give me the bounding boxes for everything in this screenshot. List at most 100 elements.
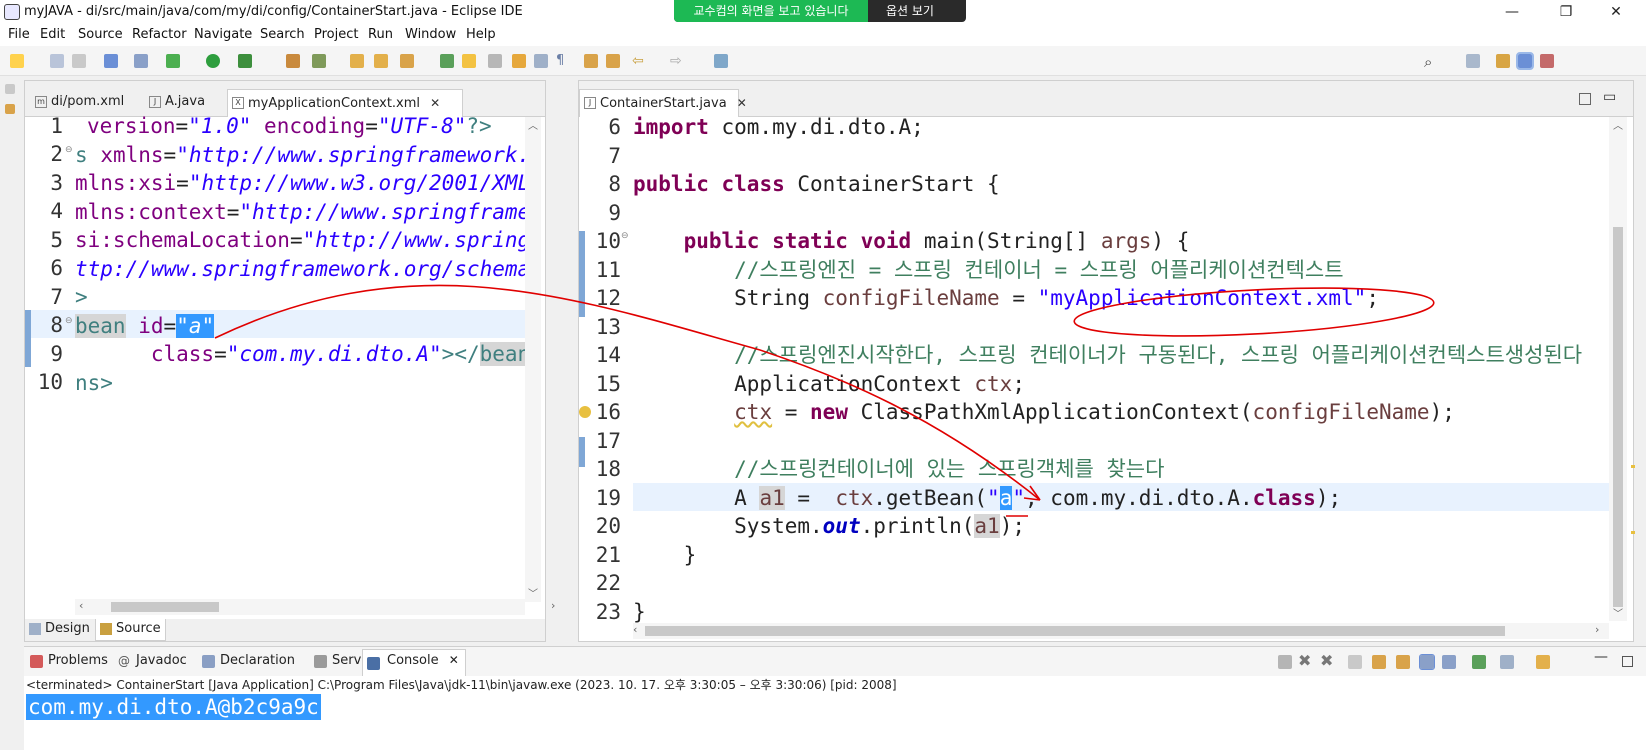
menu-window[interactable]: Window xyxy=(405,27,456,42)
toggle-mark-icon[interactable] xyxy=(440,54,454,68)
remove-all-launches-icon[interactable]: ✖ xyxy=(1320,651,1333,670)
minimize-view-icon[interactable]: — xyxy=(1594,649,1608,665)
fold-icon[interactable]: ⊖ xyxy=(65,316,73,326)
back-icon[interactable]: ⇦ xyxy=(632,53,644,69)
scroll-right-icon[interactable]: › xyxy=(551,599,555,612)
menu-source[interactable]: Source xyxy=(78,27,123,42)
scroll-right-icon[interactable]: › xyxy=(1595,623,1599,636)
menu-run[interactable]: Run xyxy=(368,27,393,42)
save-all-icon[interactable] xyxy=(72,54,86,68)
line-number: 5 xyxy=(50,228,63,252)
scroll-left-icon[interactable]: ‹ xyxy=(79,599,83,612)
code-line: A a1 = ctx.getBean("a", com.my.di.dto.A.… xyxy=(633,485,1342,510)
fold-icon[interactable]: ⊖ xyxy=(65,145,73,155)
forward-icon[interactable]: ⇨ xyxy=(670,53,682,69)
new-icon[interactable] xyxy=(10,54,24,68)
open-resource-icon[interactable] xyxy=(374,54,388,68)
search-icon[interactable]: ⌕ xyxy=(1424,53,1432,71)
console-output-area[interactable]: com.my.di.dto.A@b2c9a9c xyxy=(24,694,1646,750)
open-perspective-icon[interactable] xyxy=(1466,54,1480,68)
minimize-view-icon[interactable]: ▭ xyxy=(1603,89,1616,105)
java-code-area[interactable]: import com.my.di.dto.A; public class Con… xyxy=(633,113,1609,627)
scroll-down-icon[interactable]: ﹀ xyxy=(1613,605,1623,620)
debug-perspective-icon[interactable] xyxy=(1540,54,1554,68)
restore-view-icon[interactable] xyxy=(5,84,15,94)
horizontal-scrollbar[interactable]: ‹ › xyxy=(633,623,1609,639)
vertical-scrollbar[interactable]: ︿ ﹀ xyxy=(525,117,541,602)
menu-edit[interactable]: Edit xyxy=(40,27,65,42)
tab-problems[interactable]: Problems xyxy=(30,653,108,668)
run-icon[interactable] xyxy=(206,54,220,68)
show-whitespace-icon[interactable] xyxy=(512,54,526,68)
overview-warning-mark[interactable] xyxy=(1631,531,1635,534)
menu-navigate[interactable]: Navigate xyxy=(194,27,252,42)
minimize-button[interactable]: — xyxy=(1492,2,1532,22)
line-number: 13 xyxy=(595,314,621,339)
open-console-icon[interactable] xyxy=(1536,655,1550,669)
close-icon[interactable]: ✕ xyxy=(430,96,440,110)
close-icon[interactable]: ✕ xyxy=(449,653,459,667)
search-tool-icon[interactable] xyxy=(400,54,414,68)
tab-console[interactable]: Console ✕ xyxy=(362,649,466,677)
line-number: 12 xyxy=(595,286,621,310)
java-editor-pane: J ContainerStart.java ✕ ▭ 6 7 8 9 10 11 … xyxy=(578,80,1635,642)
scroll-up-icon[interactable]: ︿ xyxy=(1613,117,1623,132)
restore-button[interactable]: ❐ xyxy=(1546,2,1586,22)
prev-annotation-icon[interactable] xyxy=(584,54,598,68)
debug-icon[interactable] xyxy=(166,54,180,68)
pin-console-icon[interactable] xyxy=(1472,655,1486,669)
next-annotation-icon[interactable] xyxy=(606,54,620,68)
scroll-thumb[interactable] xyxy=(111,602,219,612)
line-number: 7 xyxy=(608,143,621,168)
tab-javadoc[interactable]: @ Javadoc xyxy=(118,653,187,668)
menu-help[interactable]: Help xyxy=(466,27,496,42)
xml-code-area[interactable]: version="1.0" encoding="UTF-8"?> s xmlns… xyxy=(75,112,541,412)
save-icon[interactable] xyxy=(50,54,64,68)
vertical-scrollbar[interactable]: ︿ ﹀ xyxy=(1609,117,1627,621)
skip-breakpoints-icon[interactable] xyxy=(134,54,148,68)
java-perspective-icon[interactable] xyxy=(1516,52,1534,70)
scroll-thumb[interactable] xyxy=(645,626,1505,636)
pin-editor-icon[interactable] xyxy=(714,54,728,68)
show-console-stderr-icon[interactable] xyxy=(1442,655,1456,669)
terminate-icon[interactable] xyxy=(1278,655,1292,669)
menu-search[interactable]: Search xyxy=(260,27,305,42)
new-java-project-icon[interactable] xyxy=(286,54,300,68)
tab-declaration[interactable]: Declaration xyxy=(202,653,295,668)
show-console-stdout-icon[interactable] xyxy=(1419,654,1435,670)
package-explorer-icon[interactable] xyxy=(5,104,15,114)
scroll-lock-icon[interactable] xyxy=(1372,655,1386,669)
remove-launch-icon[interactable]: ✖ xyxy=(1298,651,1311,670)
clear-console-icon[interactable] xyxy=(1348,655,1362,669)
scroll-up-icon[interactable]: ︿ xyxy=(528,117,538,132)
word-wrap-console-icon[interactable] xyxy=(1396,655,1410,669)
highlight-icon[interactable] xyxy=(462,54,476,68)
horizontal-scrollbar[interactable]: ‹ › xyxy=(75,599,555,615)
code-line: public class ContainerStart { xyxy=(633,172,1000,196)
scroll-left-icon[interactable]: ‹ xyxy=(633,623,637,636)
tab-source[interactable]: Source xyxy=(95,619,166,641)
close-button[interactable]: ✕ xyxy=(1596,2,1636,22)
display-console-icon[interactable] xyxy=(1500,655,1514,669)
open-type-icon[interactable] xyxy=(350,54,364,68)
block-selection-icon[interactable] xyxy=(488,54,502,68)
scroll-down-icon[interactable]: ﹀ xyxy=(528,585,538,600)
maximize-view-icon[interactable] xyxy=(1579,93,1591,105)
fold-icon[interactable]: ⊖ xyxy=(621,231,629,241)
java-ee-perspective-icon[interactable] xyxy=(1496,54,1510,68)
word-wrap-icon[interactable] xyxy=(534,54,548,68)
open-task-icon[interactable] xyxy=(104,54,118,68)
new-class-icon[interactable] xyxy=(312,54,326,68)
menu-refactor[interactable]: Refactor xyxy=(132,27,187,42)
menu-project[interactable]: Project xyxy=(314,27,358,42)
close-icon[interactable]: ✕ xyxy=(737,96,747,110)
tab-design[interactable]: Design xyxy=(29,621,90,636)
scroll-thumb[interactable] xyxy=(1613,227,1623,607)
coverage-icon[interactable] xyxy=(238,54,252,68)
overview-warning-mark[interactable] xyxy=(1631,465,1635,468)
maximize-view-icon[interactable] xyxy=(1622,656,1633,667)
view-options-button[interactable]: 옵션 보기 ⌄ xyxy=(874,0,964,40)
pilcrow-icon[interactable]: ¶ xyxy=(556,53,564,68)
menu-file[interactable]: File xyxy=(8,27,30,42)
tab-problems-label: Problems xyxy=(48,653,108,668)
